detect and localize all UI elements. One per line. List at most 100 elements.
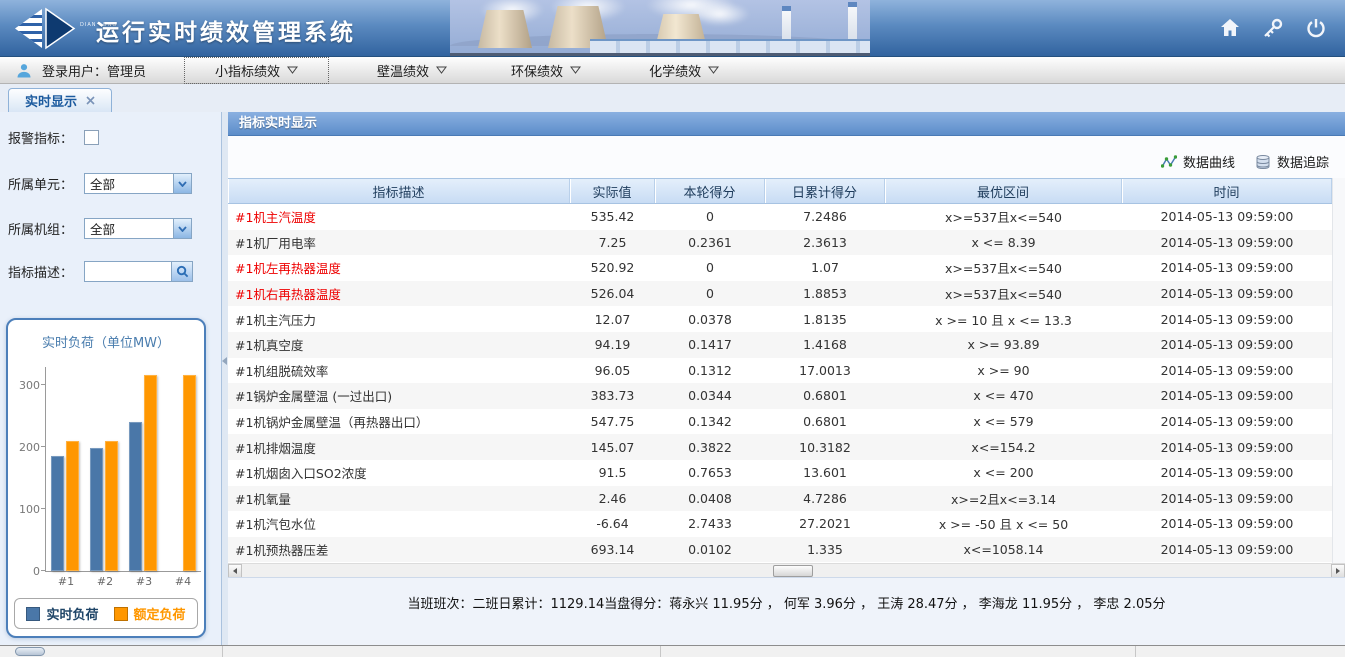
data-trace-label: 数据追踪	[1277, 152, 1329, 171]
unit-select-value: 全部	[90, 174, 115, 193]
column-header-range: 最优区间	[885, 179, 1122, 203]
menu-item-label: 小指标绩效	[215, 61, 280, 80]
power-icon[interactable]	[1305, 17, 1327, 39]
table-row[interactable]: #1机烟囱入口SO2浓度91.50.765313.601x <= 2002014…	[228, 460, 1332, 486]
cell-range: x <= 579	[885, 414, 1122, 429]
unit-field: 所属单元： 全部	[8, 173, 221, 194]
table-horizontal-scrollbar[interactable]	[228, 563, 1345, 577]
cell-round: 0.7653	[655, 465, 765, 480]
cell-daily: 7.2486	[765, 209, 885, 224]
cell-value: 91.5	[570, 465, 655, 480]
menu-item-small-indicator-performance[interactable]: 小指标绩效	[184, 57, 329, 84]
cell-range: x>=537且x<=540	[885, 284, 1122, 303]
cell-value: 693.14	[570, 542, 655, 557]
chevron-down-icon[interactable]	[173, 174, 191, 193]
app-window: DIAN LONG 运行实时绩效管理系统 登录用户：管理员	[0, 0, 1345, 657]
column-header-value: 实际值	[570, 179, 655, 203]
table-vertical-scrollbar[interactable]	[1332, 178, 1345, 563]
scroll-right-icon[interactable]	[1331, 564, 1345, 578]
table-row[interactable]: #1机真空度94.190.14171.4168x >= 93.892014-05…	[228, 332, 1332, 358]
page-title: 运行实时绩效管理系统	[96, 13, 356, 47]
table-toolbar: 数据曲线 数据追踪	[228, 136, 1345, 178]
table-row[interactable]: #1机排烟温度145.070.382210.3182x<=154.22014-0…	[228, 434, 1332, 460]
table-row[interactable]: #1机锅炉金属壁温（再热器出口）547.750.13420.6801x <= 5…	[228, 409, 1332, 435]
page-horizontal-scrollbar[interactable]	[0, 645, 1345, 657]
x-axis-tick: #2	[90, 575, 120, 588]
table-header: 指标描述 实际值 本轮得分 日累计得分 最优区间 时间	[228, 178, 1332, 204]
legend-label: 实时负荷	[46, 604, 98, 623]
table-row[interactable]: #1机厂用电率7.250.23612.3613x <= 8.392014-05-…	[228, 230, 1332, 256]
menu-item-wall-temp-performance[interactable]: 壁温绩效	[363, 58, 461, 83]
cell-daily: 13.601	[765, 465, 885, 480]
table-row[interactable]: #1锅炉金属壁温 (一过出口)383.730.03440.6801x <= 47…	[228, 383, 1332, 409]
cell-daily: 2.3613	[765, 235, 885, 250]
tab-label: 实时显示	[25, 91, 77, 110]
cell-desc: #1机厂用电率	[228, 233, 570, 252]
table-row[interactable]: #1机氧量2.460.04084.7286x>=2且x<=3.142014-05…	[228, 486, 1332, 512]
legend-item: 实时负荷	[26, 604, 98, 623]
scroll-left-icon[interactable]	[228, 564, 242, 578]
cell-daily: 10.3182	[765, 440, 885, 455]
cell-value: 535.42	[570, 209, 655, 224]
scrollbar-thumb[interactable]	[773, 565, 813, 577]
table-row[interactable]: #1机左再热器温度520.9201.07x>=537且x<=5402014-05…	[228, 255, 1332, 281]
data-trace-button[interactable]: 数据追踪	[1255, 152, 1329, 171]
search-icon[interactable]	[172, 261, 193, 282]
table-row[interactable]: #1机主汽温度535.4207.2486x>=537且x<=5402014-05…	[228, 204, 1332, 230]
cell-range: x >= 93.89	[885, 337, 1122, 352]
key-icon[interactable]	[1262, 17, 1284, 39]
cell-desc: #1机锅炉金属壁温（再热器出口）	[228, 412, 570, 431]
alarm-indicator-checkbox[interactable]	[84, 130, 99, 145]
cell-value: 526.04	[570, 286, 655, 301]
table-row[interactable]: #1机组脱硫效率96.050.131217.0013x >= 902014-05…	[228, 358, 1332, 384]
cell-time: 2014-05-13 09:59:00	[1122, 465, 1332, 480]
cell-value: 94.19	[570, 337, 655, 352]
chart-title: 实时负荷（单位MW）	[8, 332, 204, 351]
indicator-desc-field: 指标描述：	[8, 261, 221, 282]
bar-额定负荷-#4	[183, 375, 196, 571]
cell-desc: #1机主汽压力	[228, 310, 570, 329]
table-row[interactable]: #1机预热器压差693.140.01021.335x<=1058.142014-…	[228, 537, 1332, 563]
unit-group-select-value: 全部	[90, 219, 115, 238]
x-axis-tick: #4	[168, 575, 198, 588]
data-curve-button[interactable]: 数据曲线	[1161, 152, 1235, 171]
cell-daily: 17.0013	[765, 363, 885, 378]
bar-额定负荷-#3	[144, 375, 157, 571]
unit-select[interactable]: 全部	[84, 173, 192, 194]
x-axis-tick: #3	[129, 575, 159, 588]
menu-item-environmental-performance[interactable]: 环保绩效	[497, 58, 595, 83]
table-row[interactable]: #1机右再热器温度526.0401.8853x>=537且x<=5402014-…	[228, 281, 1332, 307]
table-row[interactable]: #1机汽包水位-6.642.743327.2021x >= -50 且 x <=…	[228, 511, 1332, 537]
menu-item-label: 壁温绩效	[377, 61, 429, 80]
cell-value: 7.25	[570, 235, 655, 250]
logged-in-user-label: 登录用户：管理员	[42, 61, 146, 80]
page-scrollbar-thumb[interactable]	[15, 647, 45, 656]
x-axis-tick: #1	[51, 575, 81, 588]
shift-status-bar: 当班班次：二班日累计：1129.14当盘得分：蒋永兴 11.95分 ， 何军 3…	[228, 577, 1345, 645]
cell-time: 2014-05-13 09:59:00	[1122, 440, 1332, 455]
indicator-desc-label: 指标描述：	[8, 262, 84, 281]
y-axis-tick: 200	[12, 441, 40, 454]
cell-round: 0.0344	[655, 388, 765, 403]
indicator-desc-input[interactable]	[84, 261, 172, 282]
bar-chart: 0100200300#1#2#3#4	[45, 367, 201, 572]
unit-group-select[interactable]: 全部	[84, 218, 192, 239]
cell-desc: #1机左再热器温度	[228, 258, 570, 277]
collapse-arrow-icon[interactable]	[222, 357, 227, 365]
cell-desc: #1机真空度	[228, 335, 570, 354]
cell-value: 12.07	[570, 312, 655, 327]
column-header-daily: 日累计得分	[765, 179, 885, 203]
cell-value: -6.64	[570, 516, 655, 531]
filter-sidebar: 报警指标： 所属单元： 全部 所属机组： 全部 指标描述：	[0, 112, 222, 645]
table-row[interactable]: #1机主汽压力12.070.03781.8135x >= 10 且 x <= 1…	[228, 306, 1332, 332]
close-icon[interactable]	[86, 96, 95, 105]
cell-range: x >= 90	[885, 363, 1122, 378]
cell-round: 0.3822	[655, 440, 765, 455]
home-icon[interactable]	[1219, 17, 1241, 39]
cell-time: 2014-05-13 09:59:00	[1122, 542, 1332, 557]
tab-realtime-display[interactable]: 实时显示	[8, 88, 112, 112]
cell-value: 520.92	[570, 260, 655, 275]
chevron-down-icon[interactable]	[173, 219, 191, 238]
menu-item-chemical-performance[interactable]: 化学绩效	[635, 58, 733, 83]
cell-round: 0	[655, 260, 765, 275]
